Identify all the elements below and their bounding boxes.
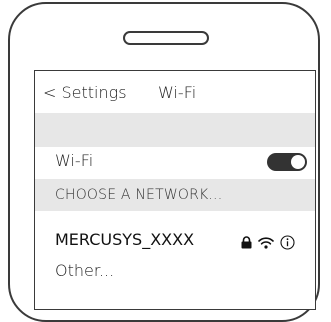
phone-screen: < Settings Wi-Fi Wi-Fi CHOOSE A NETWORK.…	[34, 70, 316, 310]
network-status-icons	[241, 233, 295, 251]
other-network-row[interactable]: Other...	[35, 259, 315, 285]
info-icon[interactable]	[280, 234, 295, 250]
section-header-label: CHOOSE A NETWORK...	[55, 187, 223, 203]
wifi-toggle-label: Wi-Fi	[55, 151, 94, 170]
page-title: Wi-Fi	[158, 83, 197, 102]
wifi-signal-icon	[258, 236, 274, 249]
back-to-settings-button[interactable]: < Settings	[43, 83, 127, 102]
network-name: MERCUSYS_XXXX	[55, 230, 195, 249]
spacer-band	[35, 113, 315, 147]
other-network-label: Other...	[55, 261, 115, 280]
phone-speaker	[123, 31, 209, 45]
lock-icon	[241, 235, 252, 248]
wifi-toggle-switch[interactable]	[267, 153, 307, 171]
navigation-bar: < Settings Wi-Fi	[35, 71, 315, 113]
toggle-knob	[291, 155, 305, 169]
choose-network-header: CHOOSE A NETWORK...	[35, 179, 315, 211]
phone-frame: < Settings Wi-Fi Wi-Fi CHOOSE A NETWORK.…	[8, 2, 320, 322]
network-row-mercusys[interactable]: MERCUSYS_XXXX	[35, 227, 315, 255]
wifi-toggle-row: Wi-Fi	[35, 147, 315, 177]
